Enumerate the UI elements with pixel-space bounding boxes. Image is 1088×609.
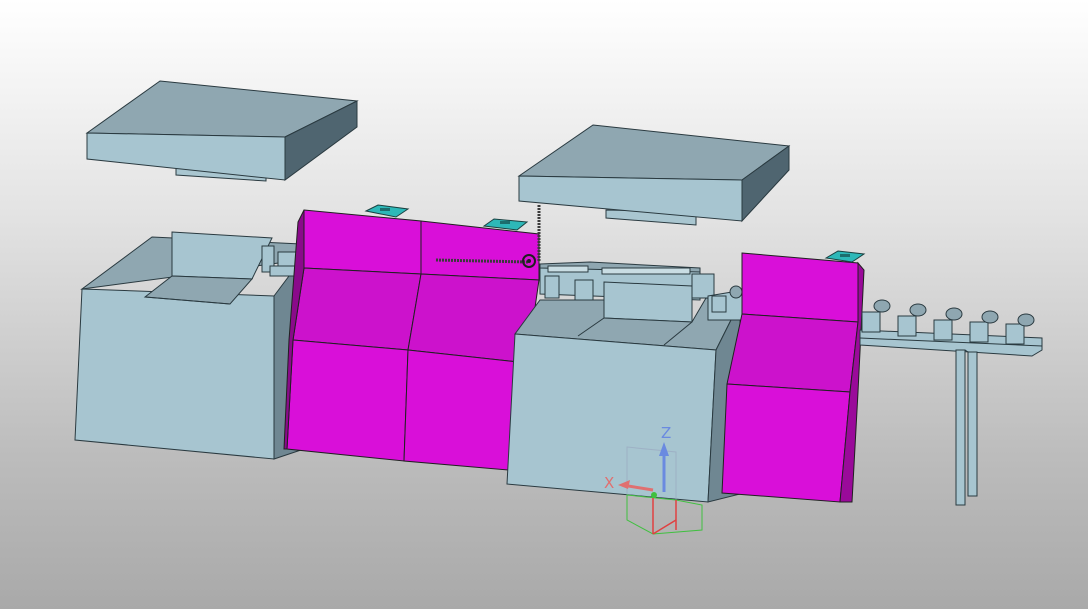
process-module-3[interactable] — [721, 250, 866, 503]
3d-viewport[interactable]: X Z — [0, 0, 1088, 609]
cover-plate-left[interactable] — [85, 80, 359, 182]
cover-plate-center[interactable] — [517, 124, 791, 226]
output-conveyor[interactable] — [859, 299, 1043, 506]
x-axis-label: X — [604, 474, 614, 492]
process-module-1[interactable] — [283, 204, 422, 462]
assembly-scene[interactable]: X Z — [0, 0, 1088, 609]
origin-point — [651, 492, 657, 498]
z-axis-label: Z — [661, 424, 671, 442]
base-frame-center[interactable] — [506, 281, 741, 503]
base-frame-left[interactable] — [74, 231, 303, 460]
